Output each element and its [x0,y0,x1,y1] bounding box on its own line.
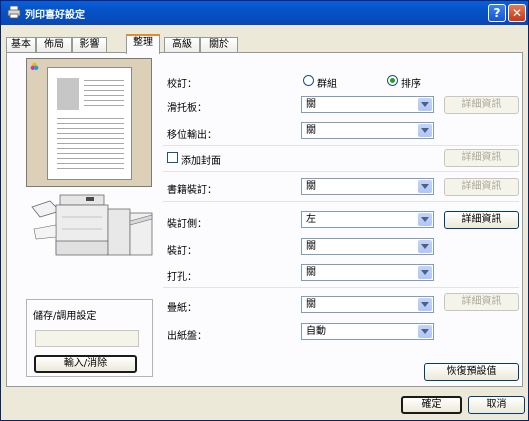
binding-side-value: 左 [306,214,316,225]
preview-paper [47,67,132,180]
tab-layout[interactable]: 佈局 [36,37,72,53]
offset-stacking-label: 滑托板： [167,103,207,114]
separator [163,145,519,146]
fold-select[interactable]: 關 [301,296,434,313]
preview-text-line [57,148,124,149]
ok-button[interactable]: 確定 [401,396,462,414]
binding-side-label: 裝訂側： [167,219,207,230]
booklet-binding-label: 書籍裝訂： [167,185,217,196]
preview-text-line [84,100,124,101]
printer-icon [7,5,21,19]
help-button[interactable]: ? [488,4,506,22]
chevron-down-icon [418,266,432,279]
offset-stacking-value: 關 [306,99,316,110]
preview-text-line [84,105,124,106]
chevron-down-icon [418,213,432,226]
tab-about[interactable]: 關於 [200,37,238,53]
chevron-down-icon [418,240,432,253]
chevron-down-icon [418,98,432,111]
add-cover-details-button[interactable]: 詳細資訊 [444,149,519,167]
preview-text-line [57,118,124,119]
fold-value: 關 [306,299,316,310]
booklet-binding-value: 關 [306,181,316,192]
preview-text-line [57,143,124,144]
saved-settings-label: 儲存/調用設定 [33,311,97,322]
binding-side-details-button[interactable]: 詳細資訊 [444,211,519,229]
booklet-binding-select[interactable]: 關 [301,178,434,195]
preview-text-line [57,133,124,134]
preview-text-line [57,168,124,169]
printer-device-illustration [31,194,153,256]
tab-image[interactable]: 影響 [72,37,107,53]
restore-defaults-button[interactable]: 恢復預設值 [424,363,519,381]
offset-stacking-details-button[interactable]: 詳細資訊 [444,96,519,114]
separator [163,287,519,288]
fold-label: 疊紙： [167,303,197,314]
tab-finishing[interactable]: 整理 [126,34,160,54]
chevron-down-icon [418,325,432,338]
window-title: 列印喜好設定 [25,10,85,21]
saved-settings-group: 儲存/調用設定 輸入/消除 [26,299,153,377]
booklet-binding-details-button[interactable]: 詳細資訊 [444,178,519,196]
preview-text-line [57,158,124,159]
staple-value: 關 [306,241,316,252]
collate-group-label: 群組 [317,79,337,90]
input-delete-button[interactable]: 輸入/消除 [34,355,137,373]
separator [163,171,519,172]
preview-text-line [84,95,124,96]
preview-text-line [57,153,124,154]
tab-advanced[interactable]: 高級 [164,37,200,53]
binding-side-select[interactable]: 左 [301,211,434,228]
punch-select[interactable]: 關 [301,264,434,281]
title-bar: 列印喜好設定 ? ✕ [1,1,528,25]
preview-text-line [57,123,124,124]
add-cover-checkbox[interactable] [167,152,178,163]
chevron-down-icon [418,180,432,193]
punch-label: 打孔： [167,272,197,283]
offset-output-value: 關 [306,125,316,136]
add-cover-label: 添加封面 [181,156,221,167]
offset-output-select[interactable]: 關 [301,122,434,139]
print-preferences-dialog: 列印喜好設定 ? ✕ 基本 佈局 影響 整理 高級 關於 儲存/調用設定 輸入/… [0,0,529,421]
fold-details-button[interactable]: 詳細資訊 [444,293,519,311]
saved-settings-select [35,330,139,347]
preview-text-line [57,128,124,129]
staple-label: 裝訂： [167,246,197,257]
preview-text-line [84,85,124,86]
preview-text-line [84,90,124,91]
page-preview [26,58,152,187]
staple-select[interactable]: 關 [301,238,434,255]
collate-label: 校訂： [167,79,197,90]
collate-sort-label: 排序 [401,79,421,90]
preview-text-line [57,138,124,139]
preview-image-block [57,78,79,110]
close-button[interactable]: ✕ [508,4,526,22]
offset-stacking-select[interactable]: 關 [301,96,434,113]
output-tray-select[interactable]: 自動 [301,323,434,340]
preview-text-line [57,163,124,164]
punch-value: 關 [306,267,316,278]
collate-group-radio[interactable] [303,75,314,86]
collate-sort-radio[interactable] [387,75,398,86]
offset-output-label: 移位輸出： [167,130,217,141]
chevron-down-icon [418,124,432,137]
separator [163,201,519,202]
cancel-button[interactable]: 取消 [468,396,525,414]
color-icon [30,62,39,74]
output-tray-label: 出紙盤： [167,331,207,342]
preview-text-line [84,80,124,81]
chevron-down-icon [418,298,432,311]
tab-basic[interactable]: 基本 [6,37,36,53]
output-tray-value: 自動 [306,326,326,337]
